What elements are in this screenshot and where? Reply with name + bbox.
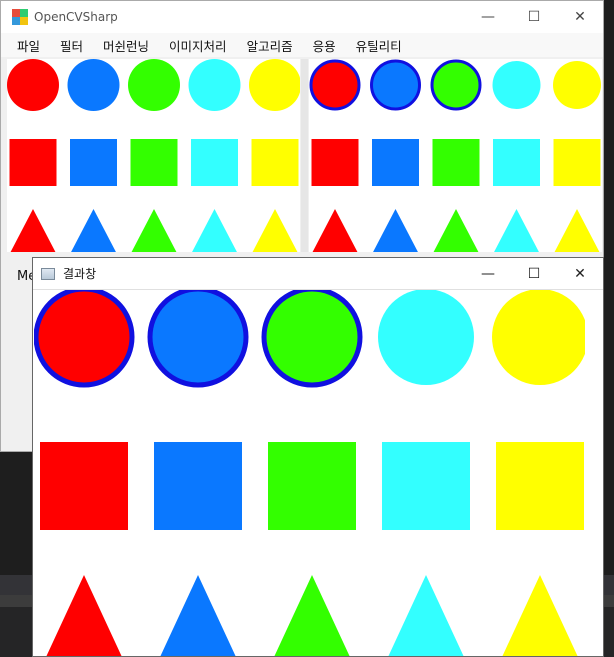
result-image xyxy=(34,290,585,656)
menu-file[interactable]: 파일 xyxy=(1,36,50,55)
yellow-circle xyxy=(553,61,601,109)
blue-circle xyxy=(67,59,120,111)
result-window-edge xyxy=(585,290,603,656)
cyan-circle xyxy=(492,61,541,109)
result-window-title: 결과창 xyxy=(63,267,97,281)
menu-algorithm[interactable]: 알고리즘 xyxy=(237,36,303,55)
minimize-button[interactable]: — xyxy=(465,258,511,289)
app-icon xyxy=(12,9,28,25)
source-picture-box[interactable] xyxy=(7,59,300,252)
cyan-triangle xyxy=(192,209,237,252)
yellow-square xyxy=(251,139,299,186)
green-triangle xyxy=(274,575,350,656)
menu-filter[interactable]: 필터 xyxy=(50,36,93,55)
green-triangle xyxy=(433,209,479,252)
green-circle xyxy=(261,290,363,388)
menu-machine-learning[interactable]: 머쉰런닝 xyxy=(93,36,159,55)
close-button[interactable]: ✕ xyxy=(557,1,603,33)
cyan-triangle xyxy=(494,209,539,252)
menu-application[interactable]: 응용 xyxy=(303,36,346,55)
green-square xyxy=(268,442,356,530)
minimize-button[interactable]: — xyxy=(465,1,511,33)
cyan-circle xyxy=(188,59,241,111)
main-titlebar[interactable]: OpenCVSharp — ☐ ✕ xyxy=(1,1,603,33)
maximize-button[interactable]: ☐ xyxy=(511,258,557,289)
red-circle xyxy=(7,59,59,111)
blue-square xyxy=(372,139,419,186)
blue-square xyxy=(154,442,242,530)
cyan-triangle xyxy=(388,575,464,656)
processed-image xyxy=(309,59,601,252)
window-icon xyxy=(41,267,55,280)
red-triangle xyxy=(10,209,56,252)
maximize-button[interactable]: ☐ xyxy=(511,1,557,33)
blue-triangle xyxy=(373,209,418,252)
red-circle xyxy=(309,59,361,111)
yellow-triangle xyxy=(502,575,578,656)
green-circle xyxy=(430,59,482,111)
red-square xyxy=(9,139,57,186)
blue-circle xyxy=(147,290,249,388)
cyan-square xyxy=(493,139,540,186)
cyan-circle xyxy=(378,290,474,385)
yellow-circle xyxy=(249,59,300,111)
close-button[interactable]: ✕ xyxy=(557,258,603,289)
cyan-square xyxy=(382,442,470,530)
blue-triangle xyxy=(160,575,236,656)
yellow-triangle xyxy=(554,209,600,252)
blue-square xyxy=(70,139,117,186)
processed-picture-box[interactable] xyxy=(309,59,602,252)
menu-image-processing[interactable]: 이미지처리 xyxy=(159,36,237,55)
window-title: OpenCVSharp xyxy=(34,10,118,24)
green-triangle xyxy=(131,209,177,252)
yellow-triangle xyxy=(252,209,298,252)
green-square xyxy=(432,139,480,186)
cyan-square xyxy=(191,139,238,186)
yellow-square xyxy=(496,442,584,530)
green-square xyxy=(130,139,178,186)
blue-triangle xyxy=(71,209,116,252)
red-square xyxy=(40,442,128,530)
red-circle xyxy=(34,290,135,388)
yellow-circle xyxy=(492,290,585,385)
splitter[interactable] xyxy=(301,59,308,252)
result-titlebar[interactable]: 결과창 — ☐ ✕ xyxy=(33,258,603,290)
yellow-square xyxy=(553,139,601,186)
red-triangle xyxy=(312,209,358,252)
blue-circle xyxy=(370,59,421,111)
result-window: 결과창 — ☐ ✕ xyxy=(32,257,604,657)
menu-bar: 파일 필터 머쉰런닝 이미지처리 알고리즘 응용 유틸리티 xyxy=(1,33,603,57)
green-circle xyxy=(128,59,180,111)
red-triangle xyxy=(46,575,122,656)
source-image xyxy=(7,59,300,252)
menu-utility[interactable]: 유틸리티 xyxy=(346,36,412,55)
result-image-area[interactable] xyxy=(34,290,585,656)
red-square xyxy=(311,139,359,186)
